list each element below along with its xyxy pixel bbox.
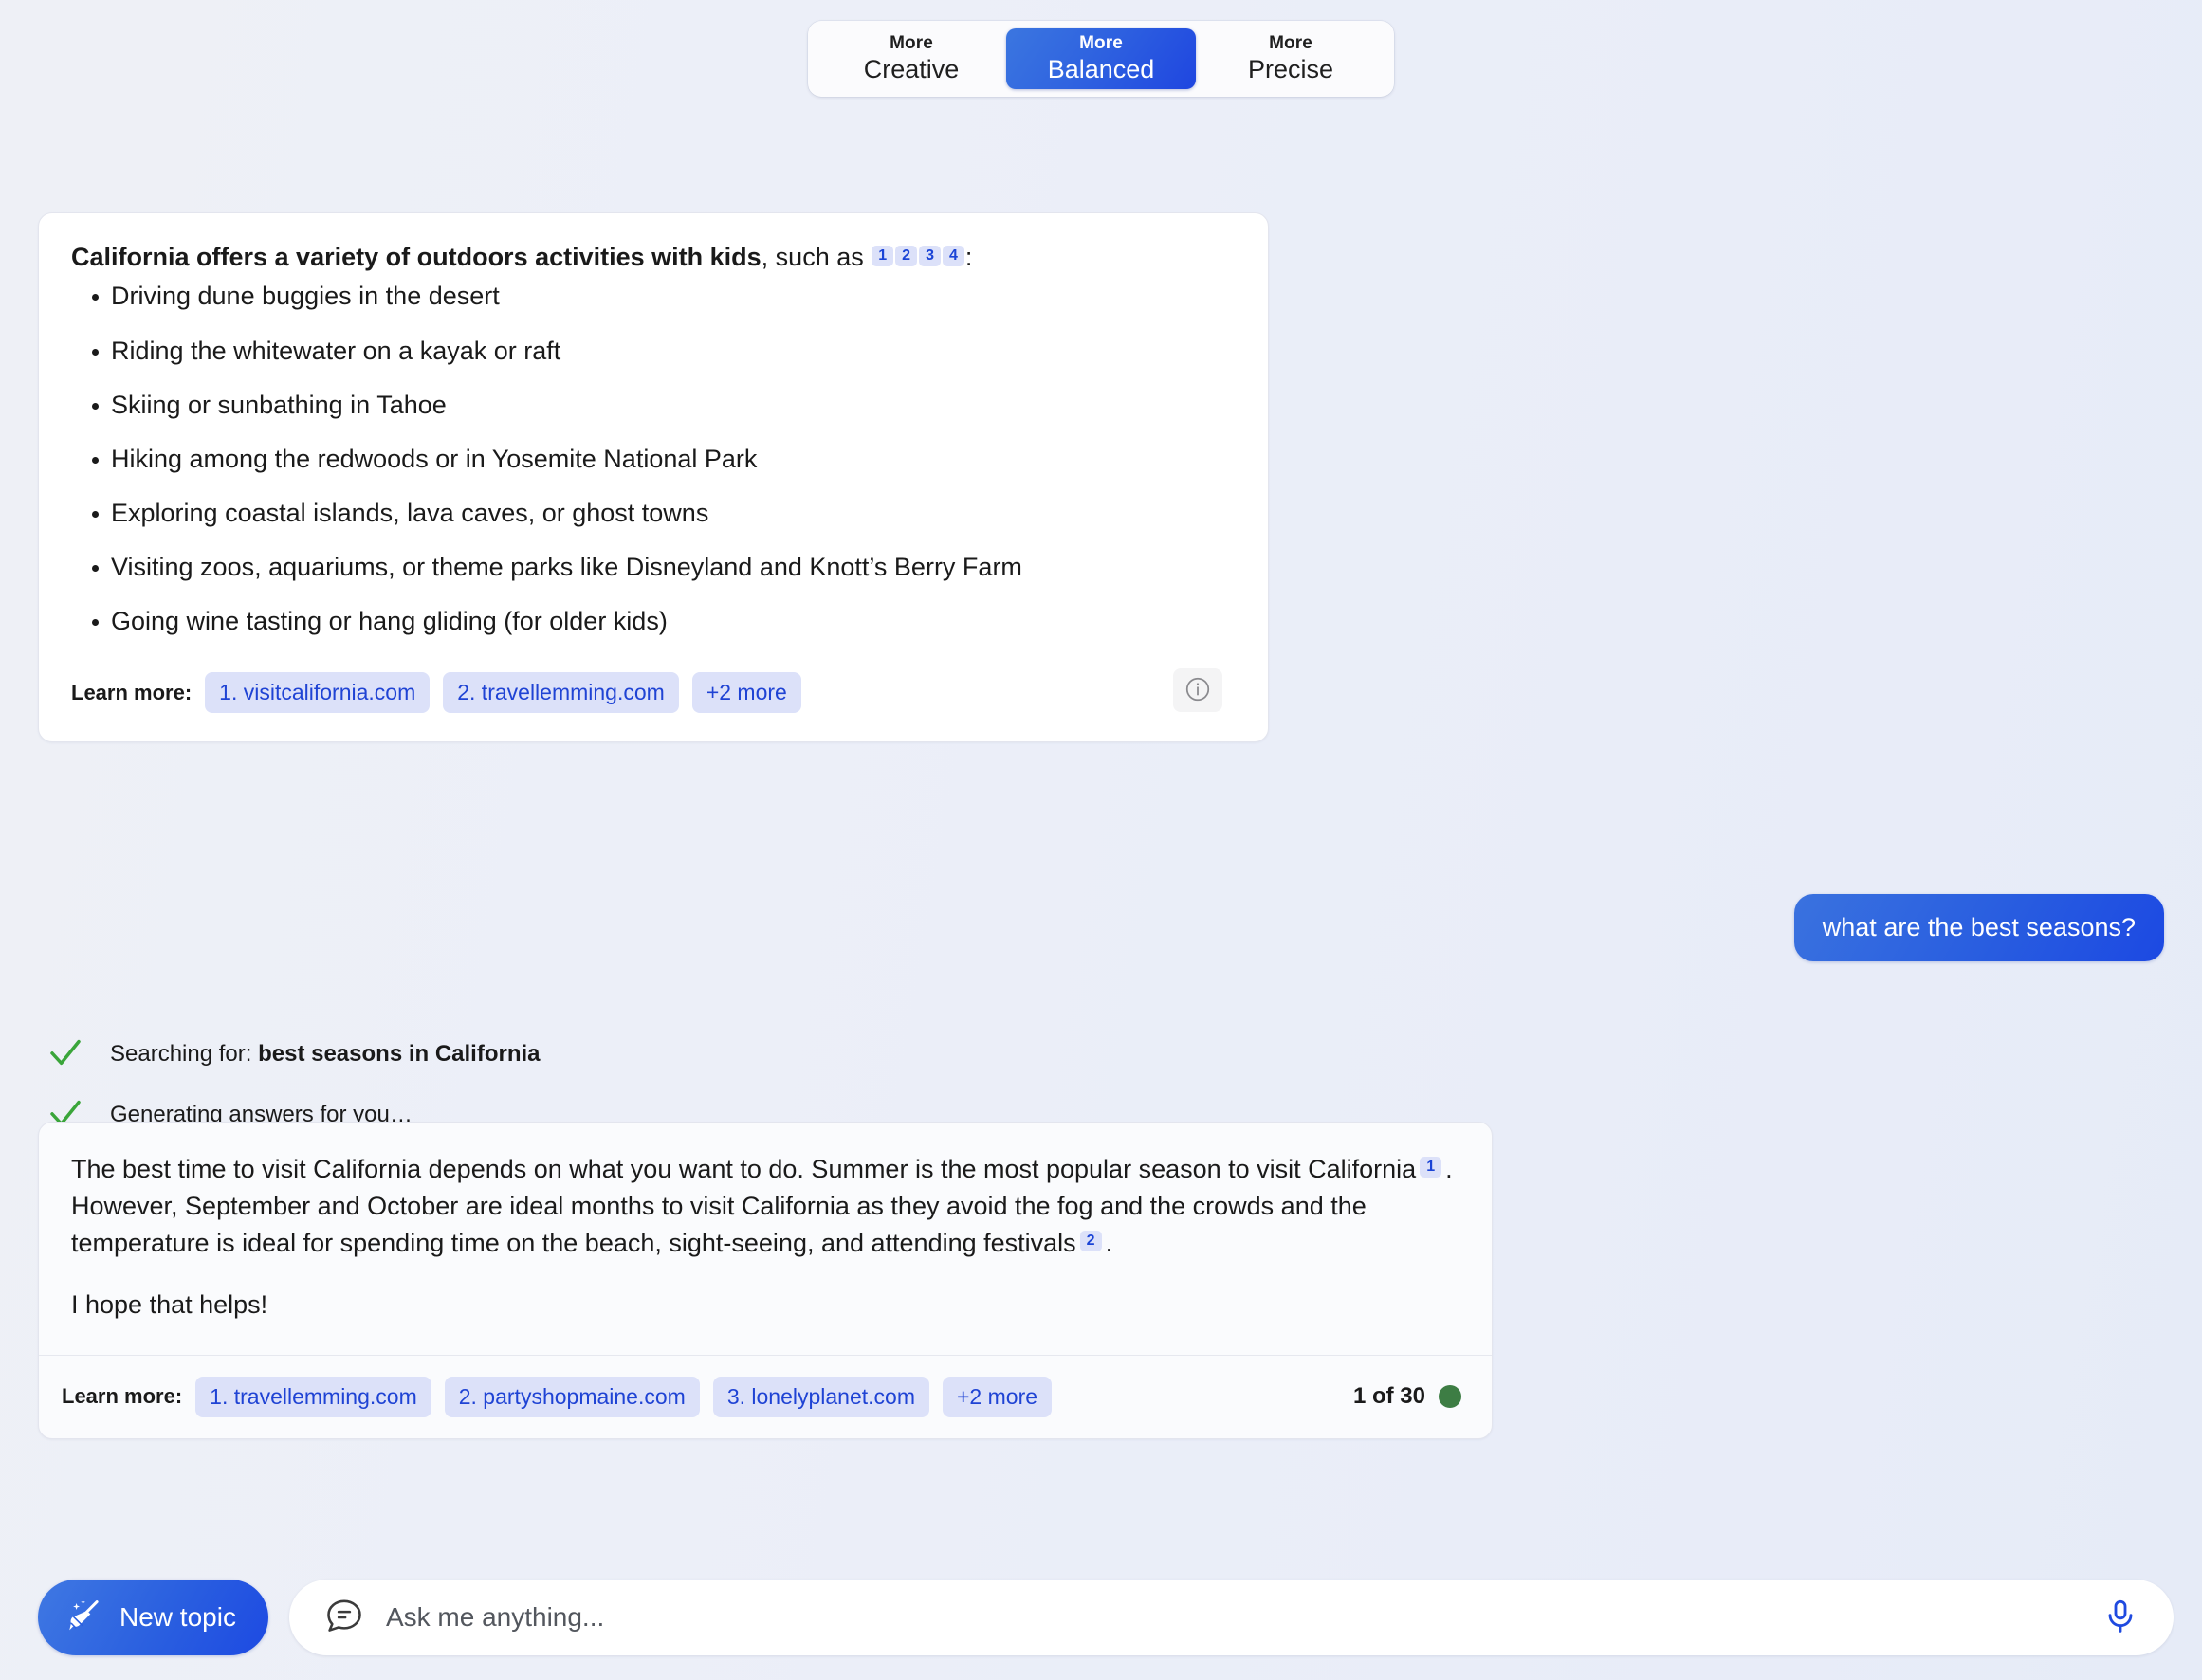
- new-topic-button[interactable]: New topic: [38, 1580, 268, 1655]
- citation-1[interactable]: 1: [872, 246, 894, 266]
- answer-lead-colon: :: [964, 243, 973, 271]
- user-message-bubble: what are the best seasons?: [1793, 894, 2164, 961]
- tone-option-balanced-prefix: More: [1079, 33, 1123, 54]
- list-item: Driving dune buggies in the desert: [71, 280, 1236, 313]
- answer-seasons-body: The best time to visit California depend…: [39, 1123, 1492, 1355]
- status-prefix-searching: Searching for:: [110, 1041, 259, 1067]
- learn-more-footer: Learn more: 1. travellemming.com 2. part…: [39, 1356, 1492, 1438]
- search-input[interactable]: [385, 1602, 2090, 1633]
- answer-seasons-text-c: .: [1105, 1229, 1113, 1258]
- tone-option-creative-label: Creative: [863, 54, 960, 83]
- source-chip-1[interactable]: 1. travellemming.com: [195, 1376, 431, 1417]
- source-chip-2[interactable]: 2. partyshopmaine.com: [444, 1376, 700, 1417]
- learn-more-label: Learn more:: [71, 680, 193, 704]
- list-item: Riding the whitewater on a kayak or raft: [71, 335, 1236, 368]
- tone-option-balanced[interactable]: More Balanced: [1006, 28, 1196, 89]
- answer-card-seasons: The best time to visit California depend…: [38, 1122, 1493, 1439]
- microphone-button[interactable]: [2090, 1587, 2151, 1648]
- microphone-icon: [2101, 1598, 2139, 1638]
- source-chip-1[interactable]: 1. visitcalifornia.com: [205, 672, 431, 714]
- source-chip-3[interactable]: 3. lonelyplanet.com: [712, 1376, 929, 1417]
- list-item: Going wine tasting or hang gliding (for …: [71, 605, 1236, 638]
- tone-option-precise[interactable]: More Precise: [1196, 28, 1385, 89]
- status-line-searching: Searching for: best seasons in Californi…: [46, 1024, 899, 1085]
- learn-more-row: Learn more: 1. visitcalifornia.com 2. tr…: [71, 672, 1236, 714]
- learn-more-row: Learn more: 1. travellemming.com 2. part…: [52, 1376, 1053, 1417]
- list-item: Visiting zoos, aquariums, or theme parks…: [71, 551, 1236, 584]
- list-item: Hiking among the redwoods or in Yosemite…: [71, 443, 1236, 476]
- answer-lead-bold: California offers a variety of outdoors …: [71, 243, 762, 271]
- chat-bubble-icon: [323, 1595, 365, 1641]
- turn-counter-text: 1 of 30: [1352, 1383, 1425, 1410]
- info-button[interactable]: [1173, 668, 1222, 713]
- list-item: Skiing or sunbathing in Tahoe: [71, 389, 1236, 422]
- answer-seasons-paragraph: The best time to visit California depend…: [71, 1151, 1459, 1262]
- citation-group: 1234: [871, 243, 965, 271]
- check-icon: [46, 1032, 85, 1077]
- broom-icon: [64, 1597, 104, 1639]
- tone-option-creative-prefix: More: [890, 33, 933, 54]
- tone-selector-wrap: More Creative More Balanced More Precise: [0, 21, 2202, 97]
- answer-seasons-closing: I hope that helps!: [71, 1290, 268, 1320]
- ask-input-bar[interactable]: [288, 1580, 2174, 1655]
- turn-counter: 1 of 30: [1353, 1383, 1469, 1410]
- tone-option-creative[interactable]: More Creative: [817, 28, 1006, 89]
- search-query: best seasons in California: [258, 1041, 541, 1067]
- citation-3[interactable]: 3: [919, 246, 941, 266]
- citation-2[interactable]: 2: [895, 246, 918, 266]
- learn-more-footer: Learn more: 1. visitcalifornia.com 2. tr…: [71, 659, 1236, 741]
- answer-seasons-text-a: The best time to visit California depend…: [71, 1155, 1417, 1183]
- more-sources-chip[interactable]: +2 more: [943, 1376, 1053, 1417]
- citation-1[interactable]: 1: [1420, 1157, 1442, 1178]
- source-chip-2[interactable]: 2. travellemming.com: [443, 672, 679, 714]
- status-dot-icon: [1439, 1385, 1461, 1409]
- citation-4[interactable]: 4: [942, 246, 964, 266]
- answer-card-activities: California offers a variety of outdoors …: [38, 212, 1269, 743]
- new-topic-label: New topic: [119, 1602, 236, 1632]
- status-text-searching: Searching for: best seasons in Californi…: [110, 1041, 541, 1068]
- info-icon: [1184, 675, 1212, 706]
- activities-list: Driving dune buggies in the desert Ridin…: [71, 280, 1236, 638]
- answer-lead-rest: , such as: [761, 243, 864, 271]
- user-message-row: what are the best seasons?: [0, 894, 2164, 961]
- tone-option-precise-prefix: More: [1269, 33, 1312, 54]
- tone-option-precise-label: Precise: [1247, 54, 1334, 83]
- learn-more-label: Learn more:: [62, 1384, 183, 1409]
- more-sources-chip[interactable]: +2 more: [691, 672, 801, 714]
- tone-option-balanced-label: Balanced: [1047, 54, 1155, 83]
- citation-2[interactable]: 2: [1079, 1231, 1102, 1251]
- composer-bar: New topic: [0, 1555, 2202, 1680]
- answer-lead-line: California offers a variety of outdoors …: [71, 240, 1236, 274]
- list-item: Exploring coastal islands, lava caves, o…: [71, 497, 1236, 530]
- tone-selector: More Creative More Balanced More Precise: [808, 21, 1394, 97]
